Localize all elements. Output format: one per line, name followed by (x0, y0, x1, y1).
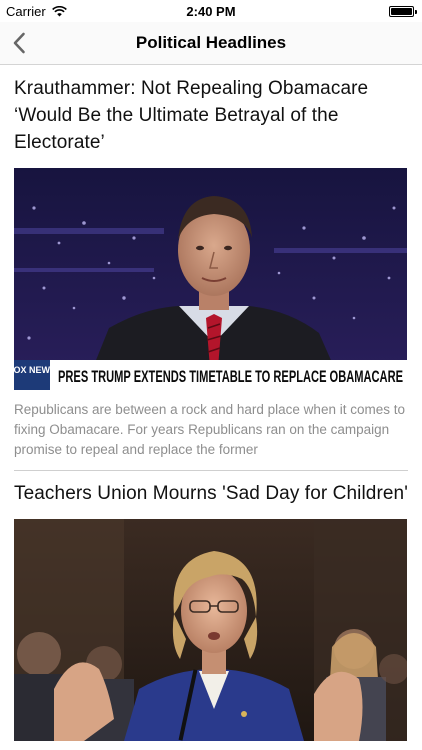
article-headline[interactable]: Krauthammer: Not Repealing Obamacare ‘Wo… (14, 66, 408, 156)
headline-feed[interactable]: Krauthammer: Not Repealing Obamacare ‘Wo… (0, 66, 422, 750)
navigation-bar: Political Headlines (0, 22, 422, 65)
article-card[interactable]: Krauthammer: Not Repealing Obamacare ‘Wo… (0, 66, 422, 470)
article-card[interactable]: Teachers Union Mourns 'Sad Day for Child… (0, 471, 422, 750)
page-title: Political Headlines (135, 33, 287, 52)
news-broadcast-image: FOX NEWS PRES TRUMP EXTENDS TIMETABLE TO… (14, 168, 407, 390)
article-summary: Almost as soon as Vice President Mike Pe… (14, 741, 408, 750)
broadcast-caption: PRES TRUMP EXTENDS TIMETABLE TO REPLACE … (58, 367, 403, 386)
status-bar: Carrier 2:40 PM (0, 0, 422, 22)
battery-icon (389, 6, 417, 17)
article-image[interactable]: FOX NEWS PRES TRUMP EXTENDS TIMETABLE TO… (14, 168, 407, 390)
hearing-photo-image (14, 519, 407, 741)
channel-logo: FOX NEWS (14, 365, 56, 375)
article-image[interactable] (14, 519, 407, 741)
article-headline[interactable]: Teachers Union Mourns 'Sad Day for Child… (14, 471, 408, 507)
clock: 2:40 PM (186, 4, 236, 19)
article-summary: Republicans are between a rock and hard … (14, 402, 405, 457)
